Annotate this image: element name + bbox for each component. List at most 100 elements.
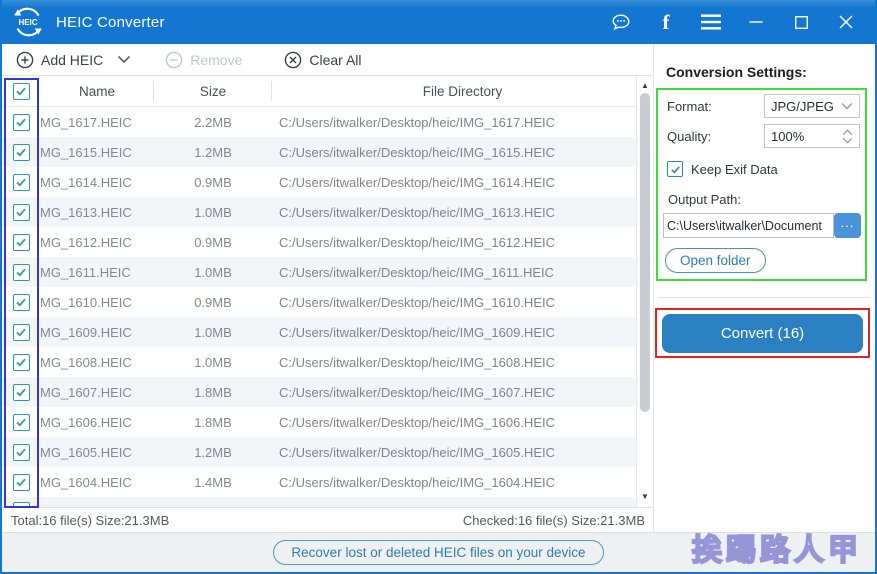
table-row[interactable]: MG_1617.HEIC 2.2MB C:/Users/itwalker/Deskt… <box>2 107 653 137</box>
output-path-label: Output Path: <box>668 192 741 207</box>
table-row[interactable]: MG_1610.HEIC 0.9MB C:/Users/itwalker/Deskt… <box>2 287 653 317</box>
panel-divider <box>658 297 870 298</box>
open-folder-label: Open folder <box>680 253 751 268</box>
clear-all-label: Clear All <box>309 51 362 68</box>
row-checkbox[interactable] <box>2 233 40 251</box>
file-directory: C:/Users/itwalker/Desktop/heic/IMG_1610.… <box>279 294 555 310</box>
open-folder-button[interactable]: Open folder <box>665 248 766 273</box>
message-icon[interactable] <box>610 11 632 33</box>
file-directory: C:/Users/itwalker/Desktop/heic/IMG_1607.… <box>279 384 555 400</box>
file-size: 0.9MB <box>194 174 232 190</box>
row-checkbox[interactable] <box>2 143 40 161</box>
row-checkbox[interactable] <box>2 173 40 191</box>
file-size: 1.0MB <box>194 324 232 340</box>
row-checkbox[interactable] <box>2 113 40 131</box>
file-size: 1.4MB <box>194 474 232 490</box>
file-size: 1.0MB <box>194 354 232 370</box>
table-row[interactable]: MG_1613.HEIC 1.0MB C:/Users/itwalker/Deskt… <box>2 197 653 227</box>
vertical-scrollbar[interactable]: ▲ ▼ <box>636 76 653 507</box>
file-name: MG_1615.HEIC <box>40 144 132 160</box>
add-heic-dropdown-chevron-icon[interactable] <box>117 55 131 64</box>
file-directory: C:/Users/itwalker/Desktop/heic/IMG_1605.… <box>279 444 555 460</box>
menu-icon[interactable] <box>700 11 722 33</box>
header-size[interactable]: Size <box>154 76 272 106</box>
file-directory: C:/Users/itwalker/Desktop/heic/IMG_1611.… <box>279 264 555 280</box>
file-size: 1.0MB <box>194 204 232 220</box>
maximize-icon[interactable] <box>790 11 812 33</box>
file-list-area: Add HEIC Remove Clear All Name Size File… <box>2 44 653 532</box>
app-window: HEIC HEIC Converter f Add HEIC Remove Cl… <box>0 0 877 574</box>
table-header: Name Size File Directory <box>2 76 653 107</box>
file-directory: C:/Users/itwalker/Desktop/heic/IMG_1615.… <box>279 144 555 160</box>
table-body: MG_1617.HEIC 2.2MB C:/Users/itwalker/Deskt… <box>2 107 653 507</box>
minimize-icon[interactable] <box>745 11 767 33</box>
table-row[interactable]: MG_1612.HEIC 0.9MB C:/Users/itwalker/Deskt… <box>2 227 653 257</box>
convert-button[interactable]: Convert (16) <box>662 314 863 353</box>
header-directory[interactable]: File Directory <box>272 76 653 106</box>
close-icon[interactable] <box>835 11 857 33</box>
quality-label: Quality: <box>667 128 712 144</box>
clear-all-button[interactable]: Clear All <box>284 51 362 69</box>
scroll-down-icon[interactable]: ▼ <box>637 493 653 501</box>
keep-exif-row: Keep Exif Data <box>667 161 778 177</box>
table-row-partial <box>2 497 653 507</box>
quality-stepper[interactable]: 100% <box>764 124 860 148</box>
footer-bar: Recover lost or deleted HEIC files on yo… <box>2 532 875 572</box>
file-directory: C:/Users/itwalker/Desktop/heic/IMG_1617.… <box>279 114 555 130</box>
output-path-value: C:\Users\itwalker\Document <box>667 218 822 233</box>
svg-text:HEIC: HEIC <box>18 18 37 27</box>
file-name: MG_1617.HEIC <box>40 114 132 130</box>
table-row[interactable]: MG_1608.HEIC 1.0MB C:/Users/itwalker/Deskt… <box>2 347 653 377</box>
quality-value: 100% <box>771 128 805 144</box>
file-size: 1.0MB <box>194 264 232 280</box>
remove-button[interactable]: Remove <box>165 51 242 69</box>
keep-exif-checkbox[interactable] <box>667 161 683 177</box>
table-row[interactable]: MG_1611.HEIC 1.0MB C:/Users/itwalker/Deskt… <box>2 257 653 287</box>
file-name: MG_1611.HEIC <box>40 264 131 280</box>
recover-files-label: Recover lost or deleted HEIC files on yo… <box>291 545 586 560</box>
keep-exif-label: Keep Exif Data <box>691 161 778 177</box>
file-size: 2.2MB <box>194 114 232 130</box>
format-label: Format: <box>667 98 712 114</box>
scrollbar-thumb[interactable] <box>640 93 650 412</box>
row-checkbox[interactable] <box>2 383 40 401</box>
table-row[interactable]: MG_1607.HEIC 1.8MB C:/Users/itwalker/Deskt… <box>2 377 653 407</box>
table-row[interactable]: MG_1605.HEIC 1.2MB C:/Users/itwalker/Deskt… <box>2 437 653 467</box>
stepper-chevrons-icon[interactable] <box>842 128 853 144</box>
status-checked: Checked:16 file(s) Size:21.3MB <box>462 512 645 528</box>
x-circle-icon <box>284 51 302 69</box>
status-total: Total:16 file(s) Size:21.3MB <box>11 512 170 528</box>
file-directory: C:/Users/itwalker/Desktop/heic/IMG_1612.… <box>279 234 555 250</box>
add-heic-button[interactable]: Add HEIC <box>16 51 103 69</box>
header-name[interactable]: Name <box>40 76 154 106</box>
convert-label: Convert (16) <box>720 325 805 342</box>
row-checkbox[interactable] <box>2 263 40 281</box>
file-directory: C:/Users/itwalker/Desktop/heic/IMG_1614.… <box>279 174 555 190</box>
browse-button[interactable]: ... <box>834 213 861 238</box>
table-row[interactable]: MG_1609.HEIC 1.0MB C:/Users/itwalker/Deskt… <box>2 317 653 347</box>
row-checkbox[interactable] <box>2 413 40 431</box>
output-path-input[interactable]: C:\Users\itwalker\Document <box>663 213 834 238</box>
format-select[interactable]: JPG/JPEG <box>764 94 860 118</box>
table-row[interactable]: MG_1615.HEIC 1.2MB C:/Users/itwalker/Deskt… <box>2 137 653 167</box>
add-heic-label: Add HEIC <box>41 51 104 68</box>
scroll-up-icon[interactable]: ▲ <box>637 82 653 90</box>
row-checkbox[interactable] <box>2 473 40 491</box>
row-checkbox[interactable] <box>2 353 40 371</box>
file-size: 1.2MB <box>194 144 232 160</box>
facebook-icon[interactable]: f <box>655 11 677 33</box>
file-directory: C:/Users/itwalker/Desktop/heic/IMG_1606.… <box>279 414 555 430</box>
settings-panel: Conversion Settings: Format: JPG/JPEG Qu… <box>653 44 875 532</box>
row-checkbox[interactable] <box>2 323 40 341</box>
recover-files-button[interactable]: Recover lost or deleted HEIC files on yo… <box>273 540 604 565</box>
file-name: MG_1613.HEIC <box>40 204 132 220</box>
row-checkbox[interactable] <box>2 443 40 461</box>
table-row[interactable]: MG_1606.HEIC 1.8MB C:/Users/itwalker/Deskt… <box>2 407 653 437</box>
table-row[interactable]: MG_1614.HEIC 0.9MB C:/Users/itwalker/Deskt… <box>2 167 653 197</box>
file-name: MG_1612.HEIC <box>40 234 132 250</box>
select-all-checkbox[interactable] <box>2 82 40 100</box>
table-row[interactable]: MG_1604.HEIC 1.4MB C:/Users/itwalker/Deskt… <box>2 467 653 497</box>
row-checkbox[interactable] <box>2 203 40 221</box>
settings-heading: Conversion Settings: <box>666 64 807 80</box>
row-checkbox[interactable] <box>2 293 40 311</box>
